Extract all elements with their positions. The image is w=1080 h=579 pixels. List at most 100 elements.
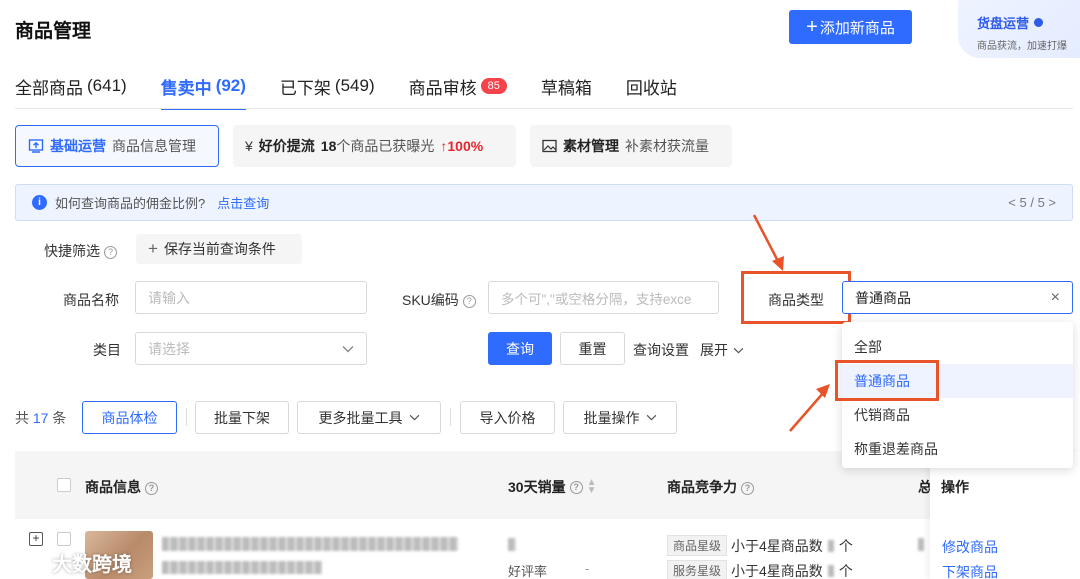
header-label: 商品竞争力 — [667, 479, 737, 495]
total-count: 共 17 条 — [15, 408, 66, 428]
tab-label: 草稿箱 — [540, 78, 592, 98]
quick-filter-text: 快捷筛选 — [44, 243, 100, 259]
tab-label: 回收站 — [625, 78, 677, 98]
growth-percent: 100% — [447, 138, 484, 154]
query-button[interactable]: 查询 — [488, 332, 552, 365]
unit-text: 个 — [838, 537, 853, 554]
product-title-blurred[interactable] — [162, 537, 458, 551]
tab-count: (92) — [215, 76, 246, 95]
product-type-label: 商品类型 — [768, 292, 824, 308]
rating-value: - — [585, 561, 590, 576]
notice-pager[interactable]: < 5 / 5 > — [1008, 195, 1056, 210]
watermark-logo-icon — [9, 556, 44, 570]
image-icon — [542, 139, 557, 153]
count-number: 17 — [32, 410, 49, 426]
off-shelf-product-link[interactable]: 下架商品 — [942, 562, 998, 579]
card-title: 好价提流 — [258, 138, 315, 154]
status-tabs: 全部商品 (641) 售卖中 (92) 已下架 (549) 商品审核 85 草稿箱 回收… — [15, 72, 677, 110]
product-type-select[interactable]: 普通商品 × — [842, 281, 1073, 314]
promo-title: 货盘运营 — [977, 16, 1030, 31]
batch-off-shelf-button[interactable]: 批量下架 — [195, 401, 289, 434]
help-icon[interactable]: ? — [145, 481, 158, 495]
notice-link[interactable]: 点击查询 — [217, 193, 269, 212]
tab-recycle-bin[interactable]: 回收站 — [626, 72, 677, 100]
edit-product-link[interactable]: 修改商品 — [942, 537, 998, 557]
help-icon[interactable]: ? — [462, 294, 476, 308]
review-count-badge: 85 — [480, 78, 507, 94]
option-weighted[interactable]: 称重退差商品 — [842, 432, 1073, 466]
help-icon[interactable]: ? — [104, 245, 117, 259]
page-title: 商品管理 — [15, 21, 92, 42]
rating-label: 好评率 — [508, 564, 548, 579]
option-all[interactable]: 全部 — [842, 330, 1073, 364]
selected-type: 普通商品 — [855, 289, 911, 306]
card-basic-operation[interactable]: 基础运营 商品信息管理 — [15, 125, 219, 167]
input-placeholder: 请选择 — [148, 340, 190, 357]
sales-value-blurred — [508, 538, 516, 551]
select-all-checkbox[interactable] — [57, 478, 71, 492]
batch-ops-label: 批量操作 — [583, 409, 640, 426]
row-checkbox[interactable] — [57, 532, 71, 546]
sku-input[interactable]: 多个可","或空格分隔，支持exce — [488, 281, 719, 314]
option-consignment[interactable]: 代销商品 — [842, 398, 1073, 432]
promo-banner[interactable]: 货盘运营 商品获流，加速打爆 — [958, 0, 1080, 58]
quick-filter-label: 快捷筛选? — [44, 241, 117, 261]
tab-drafts[interactable]: 草稿箱 — [541, 72, 592, 100]
exposure-count: 18 — [320, 138, 337, 154]
expand-row-icon[interactable]: + — [29, 532, 43, 546]
product-meta-blurred — [162, 561, 322, 574]
chevron-down-icon — [646, 414, 656, 421]
product-name-label: 商品名称 — [63, 292, 119, 308]
expand-toggle[interactable]: 展开 — [700, 340, 744, 360]
card-subtitle: 商品信息管理 — [112, 138, 196, 154]
more-batch-tools-button[interactable]: 更多批量工具 — [297, 401, 441, 434]
info-icon: i — [32, 195, 47, 210]
arrow-up-icon: ↑ — [440, 138, 448, 154]
header-30day-sales[interactable]: 30天销量? ▲ ▼ — [508, 477, 596, 497]
sort-icon[interactable]: ▲ ▼ — [587, 478, 597, 496]
input-placeholder: 请输入 — [148, 289, 190, 306]
help-icon[interactable]: ? — [569, 480, 583, 494]
page: 商品管理 + 添加新商品 货盘运营 商品获流，加速打爆 全部商品 (641) 售卖… — [0, 0, 1080, 579]
query-settings-link[interactable]: 查询设置 — [633, 340, 689, 360]
tab-label: 全部商品 — [15, 78, 83, 98]
clear-icon[interactable]: × — [1051, 289, 1060, 307]
more-tools-label: 更多批量工具 — [318, 409, 403, 426]
tab-off-shelf[interactable]: 已下架 (549) — [280, 72, 375, 100]
tab-on-sale[interactable]: 售卖中 (92) — [160, 72, 247, 110]
notice-bar: i 如何查询商品的佣金比例? 点击查询 < 5 / 5 > — [15, 184, 1073, 221]
yen-icon: ¥ — [245, 138, 253, 154]
tab-review[interactable]: 商品审核 85 — [409, 72, 507, 100]
add-product-button[interactable]: + 添加新商品 — [789, 10, 912, 44]
category-label: 类目 — [93, 342, 121, 358]
notice-text: 如何查询商品的佣金比例? — [55, 196, 206, 211]
sku-label-text: SKU编码 — [402, 292, 459, 308]
product-check-button[interactable]: 商品体检 — [82, 401, 177, 434]
sku-label: SKU编码? — [402, 290, 476, 310]
tab-label: 已下架 — [279, 78, 331, 98]
expand-label: 展开 — [700, 342, 728, 358]
card-text: 18个商品已获曝光 — [321, 136, 435, 156]
tab-count: (641) — [87, 76, 127, 95]
highlight-box-normal-option — [835, 360, 939, 401]
chevron-down-icon — [733, 347, 744, 354]
annotation-arrow-icon — [789, 384, 830, 432]
card-title: 基础运营 — [50, 138, 106, 154]
help-icon[interactable]: ? — [741, 481, 754, 495]
blurred-number — [827, 564, 834, 577]
blurred-number — [827, 539, 834, 552]
tag-service-star: 服务星级 — [667, 560, 728, 579]
card-text-label: 个商品已获曝光 — [336, 138, 435, 154]
header-label: 商品信息 — [85, 479, 141, 495]
card-price-boost[interactable]: ¥ 好价提流 18个商品已获曝光 ↑ 100% — [233, 125, 516, 167]
category-select[interactable]: 请选择 — [135, 332, 367, 365]
reset-button[interactable]: 重置 — [560, 332, 625, 365]
batch-ops-button[interactable]: 批量操作 — [563, 401, 677, 434]
import-price-button[interactable]: 导入价格 — [460, 401, 555, 434]
tab-all[interactable]: 全部商品 (641) — [15, 72, 127, 100]
save-query-button[interactable]: + 保存当前查询条件 — [136, 234, 302, 264]
card-material[interactable]: 素材管理 补素材获流量 — [530, 125, 732, 167]
count-suffix: 条 — [52, 410, 67, 426]
header-product-info: 商品信息? — [85, 477, 158, 497]
product-name-input[interactable]: 请输入 — [135, 281, 367, 314]
